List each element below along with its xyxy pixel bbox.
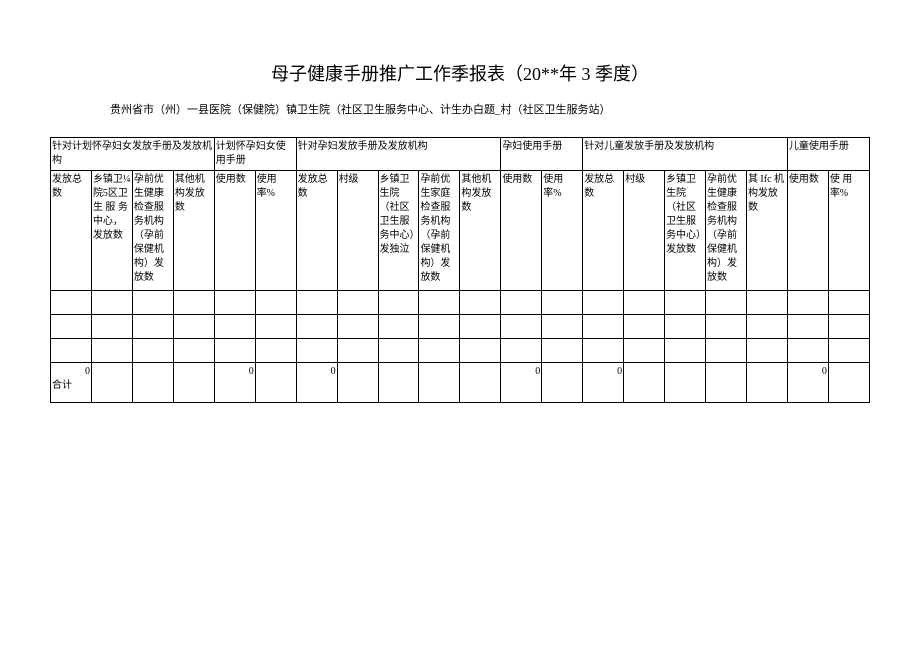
page-title: 母子健康手册推广工作季报表（20**年 3 季度） bbox=[50, 60, 870, 86]
total-col-12: 0 bbox=[501, 363, 542, 403]
total-col-14: 0 bbox=[583, 363, 624, 403]
header-col-8: 村级 bbox=[337, 171, 378, 291]
header-col-20: 使 用 率% bbox=[828, 171, 869, 291]
total-col-7: 0 bbox=[296, 363, 337, 403]
page-subtitle: 贵州省市（州）一县医院（保健院）镇卫生院（社区卫生服务中心、计生办白题_村（社区… bbox=[50, 101, 870, 117]
header-col-11: 其他机构发放数 bbox=[460, 171, 501, 291]
header-col-19: 使用数 bbox=[787, 171, 828, 291]
total-label: 合计 bbox=[52, 379, 90, 393]
total-row: 0 合计 0 0 0 0 0 bbox=[51, 363, 870, 403]
total-col-19: 0 bbox=[787, 363, 828, 403]
header-col-2: 乡镇卫¼院5区卫生 服 务中心，发放数 bbox=[91, 171, 132, 291]
table-row bbox=[51, 339, 870, 363]
header-col-4: 其他机构发放数 bbox=[173, 171, 214, 291]
header-col-7: 发放总数 bbox=[296, 171, 337, 291]
total-col-5: 0 bbox=[214, 363, 255, 403]
header-col-1: 发放总数 bbox=[51, 171, 92, 291]
header-group-2: 计划怀孕妇女使用手册 bbox=[214, 138, 296, 171]
header-col-6: 使用率% bbox=[255, 171, 296, 291]
header-col-14: 发放总数 bbox=[583, 171, 624, 291]
table-row bbox=[51, 291, 870, 315]
header-col-10: 孕前优生家庭检查服务机构（孕前保健机构）发放数 bbox=[419, 171, 460, 291]
header-col-17: 孕前优生健康检查服务机构（孕前保健机构）发放数 bbox=[706, 171, 747, 291]
header-group-5: 针对儿童发放手册及发放机构 bbox=[583, 138, 788, 171]
header-group-4: 孕妇使用手册 bbox=[501, 138, 583, 171]
report-table: 针对计划怀孕妇女发放手册及发放机构 计划怀孕妇女使用手册 针对孕妇发放手册及发放… bbox=[50, 137, 870, 403]
header-col-18: 其 Ifc 机构发放数 bbox=[746, 171, 787, 291]
header-col-3: 孕前优生健康检查服务机构（孕前保健机构）发放数 bbox=[132, 171, 173, 291]
header-col-16: 乡镇卫生院（社区卫生服务中心）发放数 bbox=[665, 171, 706, 291]
header-col-5: 使用数 bbox=[214, 171, 255, 291]
header-col-12: 使用数 bbox=[501, 171, 542, 291]
header-group-1: 针对计划怀孕妇女发放手册及发放机构 bbox=[51, 138, 215, 171]
header-group-3: 针对孕妇发放手册及发放机构 bbox=[296, 138, 501, 171]
header-group-6: 儿童使用手册 bbox=[787, 138, 869, 171]
header-col-15: 村级 bbox=[624, 171, 665, 291]
total-col-1: 0 合计 bbox=[51, 363, 92, 403]
header-col-13: 使用率% bbox=[542, 171, 583, 291]
table-row bbox=[51, 315, 870, 339]
header-col-9: 乡镇卫生院（社区卫生服务中心）发独泣 bbox=[378, 171, 419, 291]
